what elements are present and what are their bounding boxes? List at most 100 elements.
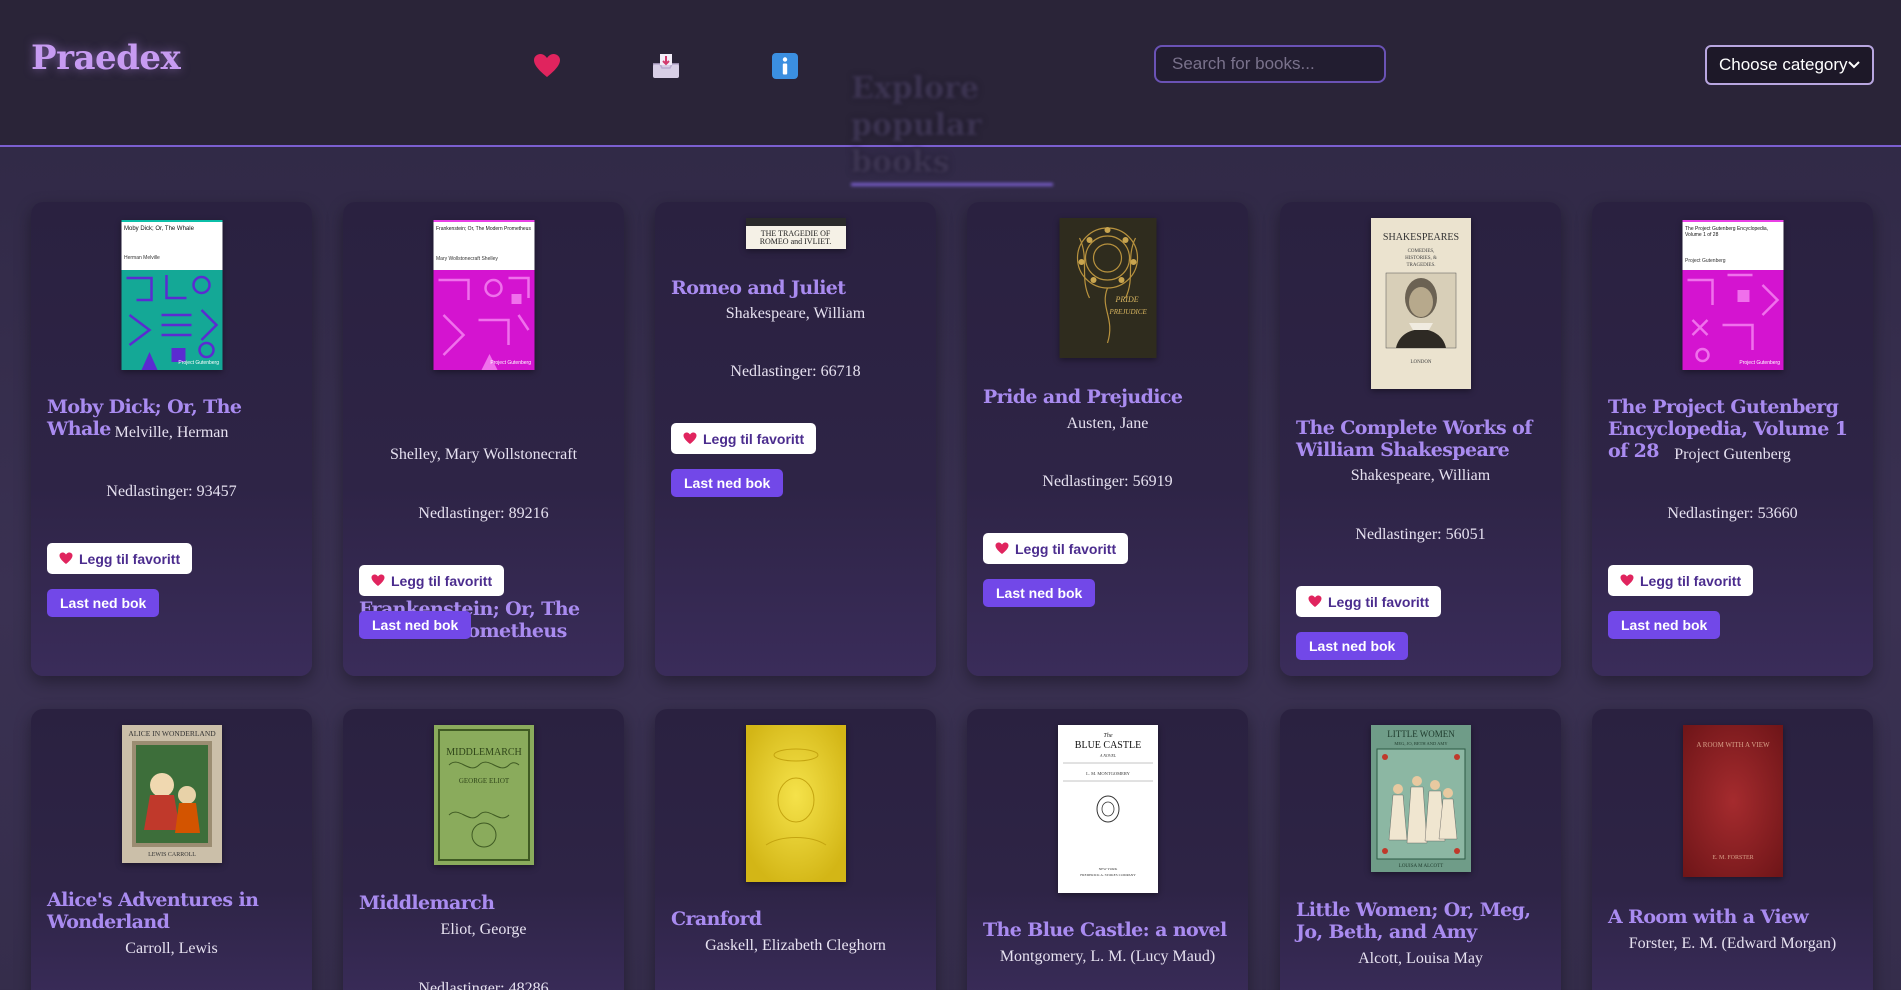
book-card: The Project Gutenberg Encyclopedia, Volu… bbox=[1592, 202, 1873, 676]
svg-text:PREJUDICE: PREJUDICE bbox=[1108, 308, 1147, 316]
book-author: Melville, Herman bbox=[114, 424, 229, 441]
book-author: Shakespeare, William bbox=[725, 305, 866, 322]
svg-text:The: The bbox=[1103, 733, 1112, 739]
svg-text:A ROOM WITH A VIEW: A ROOM WITH A VIEW bbox=[1696, 741, 1770, 749]
search-input[interactable] bbox=[1154, 45, 1386, 83]
svg-text:LOUISA M ALCOTT: LOUISA M ALCOTT bbox=[1398, 864, 1442, 869]
book-card: ALICE IN WONDERLAND LEWIS CARROLL Alice'… bbox=[31, 709, 312, 990]
download-book-button[interactable]: Last ned bok bbox=[983, 579, 1096, 607]
book-cover: The BLUE CASTLE A NOVEL L. M. MONTGOMERY… bbox=[1057, 725, 1158, 893]
book-card: The BLUE CASTLE A NOVEL L. M. MONTGOMERY… bbox=[967, 709, 1248, 990]
book-author: Carroll, Lewis bbox=[125, 940, 218, 957]
svg-text:LITTLE WOMEN: LITTLE WOMEN bbox=[1387, 729, 1455, 739]
book-card: LITTLE WOMEN MEG, JO, BETH AND AMY LOUIS… bbox=[1280, 709, 1561, 990]
book-cover: MIDDLEMARCH GEORGE ELIOT bbox=[433, 725, 534, 865]
book-card: Moby Dick; Or, The Whale Herman Melville… bbox=[31, 202, 312, 676]
category-select-label: Choose category bbox=[1719, 55, 1848, 74]
add-favorite-button[interactable]: Legg til favoritt bbox=[359, 565, 505, 596]
download-book-button[interactable]: Last ned bok bbox=[1608, 611, 1721, 639]
book-author: Gaskell, Elizabeth Cleghorn bbox=[705, 937, 886, 954]
book-cover: PRIDE PREJUDICE bbox=[1059, 218, 1156, 358]
book-title[interactable]: Pride and Prejudice bbox=[983, 386, 1233, 408]
book-card: THE TRAGEDIE OF ROMEO and IVLIET. Romeo … bbox=[655, 202, 936, 676]
category-select[interactable]: Choose category bbox=[1705, 45, 1874, 85]
book-author: Montgomery, L. M. (Lucy Maud) bbox=[999, 948, 1216, 965]
svg-text:PRIDE: PRIDE bbox=[1114, 295, 1138, 304]
book-author: Shelley, Mary Wollstonecraft bbox=[389, 446, 578, 463]
add-favorite-label: Legg til favoritt bbox=[391, 572, 493, 589]
svg-text:NEW YORK: NEW YORK bbox=[1098, 867, 1117, 871]
book-author: Alcott, Louisa May bbox=[1358, 950, 1483, 967]
svg-text:COMEDIES,: COMEDIES, bbox=[1407, 249, 1434, 254]
download-book-button[interactable]: Last ned bok bbox=[1296, 632, 1409, 660]
heart-icon bbox=[59, 552, 73, 564]
svg-text:FREDERICK A. STOKES COMPANY: FREDERICK A. STOKES COMPANY bbox=[1080, 873, 1136, 877]
add-favorite-button[interactable]: Legg til favoritt bbox=[47, 543, 193, 574]
inbox-tray-icon[interactable] bbox=[651, 52, 681, 80]
svg-text:TRAGEDIES.: TRAGEDIES. bbox=[1406, 263, 1435, 268]
book-title[interactable]: A Room with a View bbox=[1608, 906, 1858, 928]
svg-text:L. M. MONTGOMERY: L. M. MONTGOMERY bbox=[1086, 771, 1131, 776]
chevron-down-icon bbox=[1848, 61, 1860, 69]
download-book-button[interactable]: Last ned bok bbox=[47, 589, 160, 617]
book-title[interactable]: Cranford bbox=[671, 908, 921, 930]
add-favorite-label: Legg til favoritt bbox=[703, 430, 805, 447]
book-downloads: Nedlastinger: 48286 bbox=[418, 980, 549, 990]
download-book-button[interactable]: Last ned bok bbox=[671, 469, 784, 497]
book-title[interactable]: Alice's Adventures in Wonderland bbox=[47, 889, 297, 933]
add-favorite-label: Legg til favoritt bbox=[79, 550, 181, 567]
book-title[interactable]: Middlemarch bbox=[359, 892, 609, 914]
book-title[interactable]: Romeo and Juliet bbox=[671, 277, 921, 299]
book-cover: LITTLE WOMEN MEG, JO, BETH AND AMY LOUIS… bbox=[1370, 725, 1471, 872]
book-downloads: Nedlastinger: 56051 bbox=[1355, 526, 1486, 543]
book-author: Eliot, George bbox=[440, 921, 527, 938]
add-favorite-label: Legg til favoritt bbox=[1015, 540, 1117, 557]
book-author: Shakespeare, William bbox=[1350, 467, 1491, 484]
book-cover: Moby Dick; Or, The Whale Herman Melville… bbox=[121, 220, 222, 370]
heart-icon bbox=[995, 542, 1009, 554]
book-author: Austen, Jane bbox=[1066, 415, 1149, 432]
book-downloads: Nedlastinger: 93457 bbox=[106, 483, 237, 500]
svg-text:ALICE IN WONDERLAND: ALICE IN WONDERLAND bbox=[128, 729, 216, 738]
heart-icon bbox=[683, 432, 697, 444]
svg-text:BLUE CASTLE: BLUE CASTLE bbox=[1074, 740, 1140, 751]
heart-icon[interactable] bbox=[532, 52, 562, 80]
app-logo[interactable]: Praedex bbox=[31, 38, 181, 78]
book-downloads: Nedlastinger: 89216 bbox=[418, 505, 549, 522]
book-card: Cranford Gaskell, Elizabeth Cleghorn bbox=[655, 709, 936, 990]
heart-icon bbox=[371, 574, 385, 586]
book-cover: ALICE IN WONDERLAND LEWIS CARROLL bbox=[121, 725, 222, 863]
svg-text:GEORGE ELIOT: GEORGE ELIOT bbox=[458, 777, 509, 785]
svg-text:MIDDLEMARCH: MIDDLEMARCH bbox=[446, 747, 522, 758]
add-favorite-label: Legg til favoritt bbox=[1328, 593, 1430, 610]
svg-text:E. M. FORSTER: E. M. FORSTER bbox=[1712, 855, 1753, 861]
book-card: MIDDLEMARCH GEORGE ELIOT Middlemarch Eli… bbox=[343, 709, 624, 990]
add-favorite-label: Legg til favoritt bbox=[1640, 572, 1742, 589]
add-favorite-button[interactable]: Legg til favoritt bbox=[1608, 565, 1754, 596]
book-cover: SHAKESPEARES COMEDIES, HISTORIES, & TRAG… bbox=[1370, 218, 1471, 389]
book-cover: THE TRAGEDIE OF ROMEO and IVLIET. bbox=[745, 218, 846, 249]
svg-text:SHAKESPEARES: SHAKESPEARES bbox=[1382, 232, 1458, 243]
add-favorite-button[interactable]: Legg til favoritt bbox=[671, 423, 817, 454]
top-header: Praedex Explore popular books Choose cat… bbox=[0, 0, 1901, 186]
svg-text:LEWIS CARROLL: LEWIS CARROLL bbox=[148, 852, 196, 858]
book-card: A ROOM WITH A VIEW E. M. FORSTER A Room … bbox=[1592, 709, 1873, 990]
explore-heading: Explore popular books bbox=[851, 70, 1053, 186]
book-title[interactable]: The Blue Castle: a novel bbox=[983, 919, 1233, 941]
book-title[interactable]: Little Women; Or, Meg, Jo, Beth, and Amy bbox=[1296, 899, 1546, 943]
book-card: SHAKESPEARES COMEDIES, HISTORIES, & TRAG… bbox=[1280, 202, 1561, 676]
book-downloads: Nedlastinger: 53660 bbox=[1667, 505, 1798, 522]
add-favorite-button[interactable]: Legg til favoritt bbox=[983, 533, 1129, 564]
heart-icon bbox=[1620, 574, 1634, 586]
svg-text:HISTORIES, &: HISTORIES, & bbox=[1405, 256, 1437, 261]
book-title[interactable]: The Complete Works of William Shakespear… bbox=[1296, 417, 1546, 461]
info-icon[interactable] bbox=[770, 52, 800, 80]
book-cover: A ROOM WITH A VIEW E. M. FORSTER bbox=[1682, 725, 1783, 877]
book-card: Frankenstein; Or, The Modern Prometheus … bbox=[343, 202, 624, 676]
svg-text:LONDON: LONDON bbox=[1410, 360, 1431, 365]
book-cover bbox=[745, 725, 846, 882]
add-favorite-button[interactable]: Legg til favoritt bbox=[1296, 586, 1442, 617]
download-book-button[interactable]: Last ned bok bbox=[359, 611, 472, 639]
heart-icon bbox=[1308, 595, 1322, 607]
book-downloads: Nedlastinger: 66718 bbox=[730, 363, 861, 380]
